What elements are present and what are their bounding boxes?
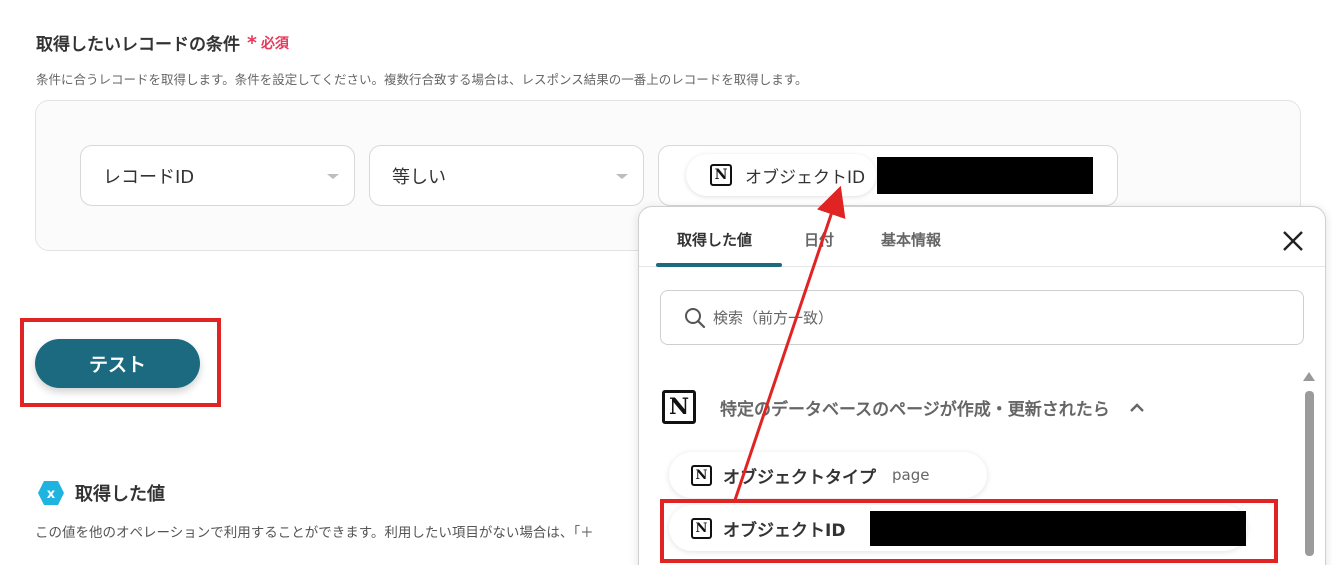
required-label: 必須 xyxy=(260,35,289,52)
notion-icon: N xyxy=(710,164,732,186)
active-tab-indicator xyxy=(656,263,782,267)
required-asterisk: * xyxy=(247,31,257,54)
value-chip-label: オブジェクトID xyxy=(745,167,866,188)
operator-select-value: 等しい xyxy=(392,166,446,188)
value-item-sample: page xyxy=(892,466,930,484)
scrollbar-thumb[interactable] xyxy=(1305,391,1314,556)
chevron-up-icon xyxy=(1129,403,1144,412)
value-chip[interactable]: N オブジェクトID xyxy=(686,154,876,196)
field-select-value: レコードID xyxy=(103,166,195,188)
svg-text:x: x xyxy=(47,487,56,502)
tab-basic-info[interactable]: 基本情報 xyxy=(881,229,941,250)
value-item-label: オブジェクトタイプ xyxy=(723,467,876,488)
annotation-highlight-test xyxy=(20,318,221,407)
acquired-values-description: この値を他のオペレーションで利用することができます。利用したい項目がない場合は、… xyxy=(35,525,594,541)
dropdown-caret-icon xyxy=(616,174,628,179)
tab-acquired-values[interactable]: 取得した値 xyxy=(677,229,752,250)
scroll-up-arrow-icon[interactable] xyxy=(1303,372,1315,381)
search-input[interactable] xyxy=(713,308,1273,327)
condition-title: 取得したいレコードの条件 * 必須 xyxy=(36,30,289,56)
condition-title-text: 取得したいレコードの条件 xyxy=(36,35,240,55)
value-item-object-type[interactable]: N オブジェクトタイプ page xyxy=(669,452,987,498)
field-select[interactable]: レコードID xyxy=(80,145,355,206)
search-icon xyxy=(685,307,706,328)
annotation-highlight-object-id xyxy=(660,499,1278,563)
trigger-group-title: 特定のデータベースのページが作成・更新されたら xyxy=(720,399,1110,420)
trigger-group-header[interactable]: N 特定のデータベースのページが作成・更新されたら xyxy=(662,390,1146,424)
tab-date[interactable]: 日付 xyxy=(804,229,834,250)
operator-select[interactable]: 等しい xyxy=(369,145,644,206)
notion-icon: N xyxy=(662,390,696,424)
redaction-bar xyxy=(877,157,1093,194)
variable-icon: x xyxy=(38,481,64,505)
dropdown-caret-icon xyxy=(327,174,339,179)
condition-description: 条件に合うレコードを取得します。条件を設定してください。複数行合致する場合は、レ… xyxy=(36,72,808,87)
notion-icon: N xyxy=(691,464,712,486)
close-icon[interactable] xyxy=(1281,229,1305,253)
search-box[interactable] xyxy=(660,290,1304,345)
acquired-values-title: 取得した値 xyxy=(75,484,165,505)
